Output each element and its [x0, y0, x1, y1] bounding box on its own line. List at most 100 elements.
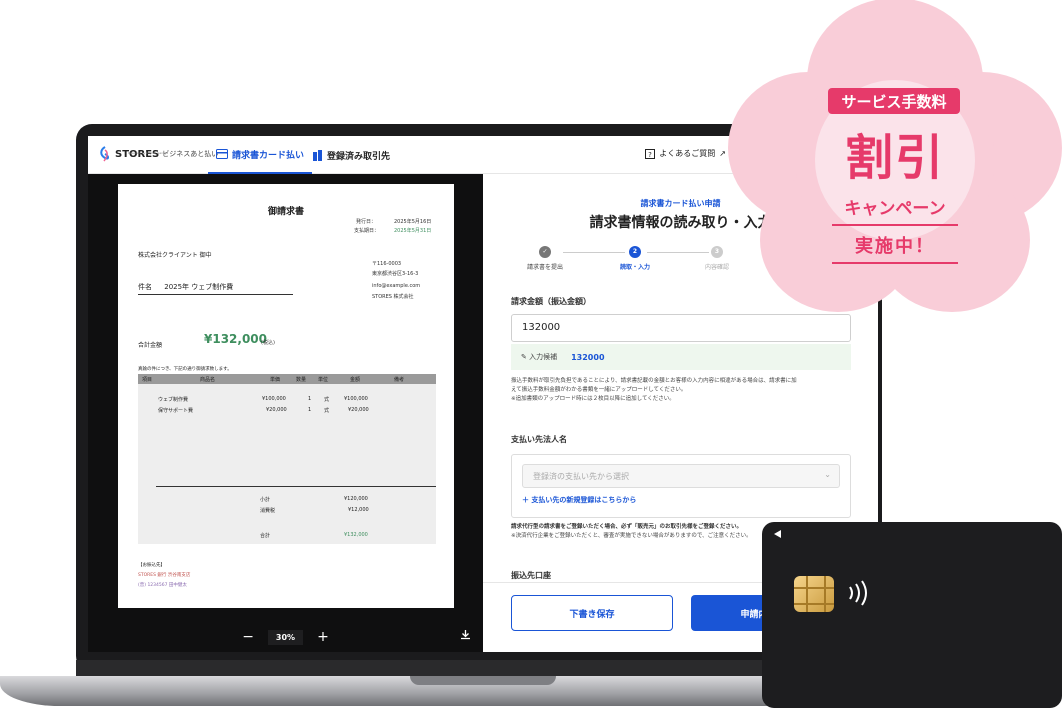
save-draft-button[interactable]: 下書き保存 — [511, 595, 673, 631]
subtotal-value: ¥120,000 — [344, 496, 368, 502]
download-icon[interactable] — [460, 629, 471, 643]
step-label: 読取・入力 — [619, 264, 650, 271]
bank-account-label: 振込先口座 — [511, 571, 551, 580]
contactless-icon — [846, 578, 872, 614]
row-name: 保守サポート費 — [158, 408, 194, 414]
faq-link[interactable]: ? よくあるご質問 ↗ — [645, 148, 726, 159]
col-qty: 数量 — [296, 377, 307, 383]
payee-group: 登録済の支払い先から選択 ⌄ ＋ 支払い先の新規登録はこちらから — [511, 454, 851, 518]
issue-date-label: 発行日： — [356, 219, 377, 225]
total-tax-note: (税込) — [261, 340, 275, 346]
sender-address: 東京都渋谷区3-16-3 — [372, 271, 419, 277]
row-unit: 式 — [324, 408, 330, 414]
campaign-divider — [832, 224, 958, 226]
due-date: 2025年5月31日 — [394, 228, 432, 234]
tax-value: ¥12,000 — [348, 507, 369, 513]
invoice-table-body: ウェブ制作費 ¥100,000 1 式 ¥100,000 保守サポート費 ¥20… — [138, 384, 436, 544]
invoice-subject: 件名 2025年 ウェブ制作費 — [138, 282, 293, 295]
campaign-pill: サービス手数料 — [828, 88, 960, 114]
total-amount: ¥132,000 — [204, 332, 268, 346]
amount-note-2: えて振込手数料金額がわかる書類を一緒にアップロードしてください。 — [511, 387, 687, 393]
sender-company: STORES 株式会社 — [372, 294, 414, 300]
payee-label: 支払い先法人名 — [511, 435, 567, 444]
total-label: 合計金額 — [138, 342, 163, 349]
campaign-subtitle: キャンペーン — [844, 199, 946, 219]
row-price: ¥100,000 — [262, 396, 286, 402]
row-qty: 1 — [308, 396, 312, 402]
question-icon: ? — [645, 148, 656, 159]
amount-note-3: ※追加書類のアップロード時には２枚目以降に追加してください。 — [511, 396, 675, 402]
stores-logo-icon — [100, 146, 109, 162]
col-item: 項目 — [142, 377, 153, 383]
logo-tagline: Powered by Digital Garage — [128, 151, 169, 155]
tab-invoice-card-payment[interactable]: 請求書カード払い — [208, 136, 313, 174]
external-link-icon: ↗ — [719, 149, 726, 158]
amount-label: 請求金額（振込金額） — [511, 297, 591, 306]
suggestion-value: 132000 — [571, 352, 605, 362]
amount-suggestion[interactable]: ✎ 入力候補 132000 — [511, 344, 851, 370]
row-name: ウェブ制作費 — [158, 397, 189, 403]
credit-card-icon — [216, 149, 228, 159]
zoom-controls: − 30% + — [88, 622, 483, 652]
card-chip-icon — [794, 576, 834, 612]
col-price: 単価 — [270, 377, 281, 383]
sum-label: 合計 — [260, 533, 271, 539]
chevron-down-icon: ⌄ — [824, 470, 831, 479]
campaign-status: 実施中！ — [855, 236, 935, 257]
zoom-level: 30% — [267, 629, 304, 645]
bank-title: 【お振込先】 — [138, 563, 165, 568]
invoice-document: 御請求書 発行日： 2025年5月16日 支払期日： 2025年5月31日 株式… — [118, 184, 454, 608]
row-price: ¥20,000 — [266, 407, 287, 413]
bank-account: (普) 1234567 田中健太 — [138, 583, 187, 588]
col-remarks: 備考 — [394, 377, 405, 383]
laptop-notch — [410, 676, 556, 685]
issue-date: 2025年5月16日 — [394, 219, 432, 225]
col-product: 商品名 — [200, 377, 216, 383]
step-read-input: 2 読取・入力 — [595, 246, 675, 271]
col-amount: 金額 — [350, 377, 361, 383]
bank-name: STORES 銀行 渋谷南支店 — [138, 573, 191, 578]
card-arrow-icon — [774, 530, 781, 538]
payee-placeholder: 登録済の支払い先から選択 — [533, 472, 629, 481]
subject-label: 件名 — [138, 283, 152, 291]
row-amount: ¥20,000 — [348, 407, 369, 413]
tab-registered-label: 登録済み取引先 — [327, 151, 391, 162]
tab-registered-payees[interactable]: 登録済み取引先 — [312, 136, 390, 174]
invoice-table-header: 項目 商品名 単価 数量 単位 金額 備考 — [138, 374, 436, 384]
sum-value: ¥132,000 — [344, 532, 368, 538]
building-icon — [313, 149, 322, 161]
suggestion-label: ✎ 入力候補 — [521, 352, 557, 362]
payee-select[interactable]: 登録済の支払い先から選択 ⌄ — [522, 464, 840, 488]
amount-note-1: 振込手数料が取引先負担であることにより、請求書記載の金額とお客様の入力内容に相違… — [511, 378, 797, 384]
step-label: 請求書を提出 — [526, 264, 563, 271]
subject-value: 2025年 ウェブ制作費 — [164, 283, 234, 291]
zoom-in-button[interactable]: + — [317, 629, 329, 645]
check-icon: ✓ — [539, 246, 551, 258]
invoice-title: 御請求書 — [267, 207, 304, 217]
invoice-viewer: 御請求書 発行日： 2025年5月16日 支払期日： 2025年5月31日 株式… — [88, 174, 483, 652]
tax-label: 消費税 — [260, 508, 276, 514]
step-number: 2 — [629, 246, 641, 258]
zoom-out-button[interactable]: − — [242, 629, 254, 645]
table-divider — [156, 486, 436, 487]
row-qty: 1 — [308, 407, 312, 413]
row-unit: 式 — [324, 397, 330, 403]
invoice-note: 真鍮の件につき、下記の通り御請求致します。 — [138, 367, 232, 372]
tab-invoice-label: 請求書カード払い — [232, 150, 305, 161]
campaign-divider — [832, 262, 958, 264]
suggestion-label-text: 入力候補 — [529, 353, 558, 361]
svg-text:?: ? — [648, 151, 652, 159]
due-date-label: 支払期日： — [354, 228, 380, 234]
subtotal-label: 小計 — [260, 497, 271, 503]
add-payee-link[interactable]: ＋ 支払い先の新規登録はこちらから — [522, 495, 636, 505]
promo-stage: STORES ビジネスあと払い Powered by Digital Garag… — [0, 0, 1062, 717]
step-number: 3 — [711, 246, 723, 258]
sender-email: info@example.com — [372, 283, 421, 289]
invoice-client: 株式会社クライアント 御中 — [138, 252, 212, 259]
step-submit: ✓ 請求書を提出 — [505, 246, 585, 271]
sender-postal: 〒116-0003 — [372, 261, 402, 267]
faq-label: よくあるご質問 — [659, 149, 716, 158]
credit-card-image — [762, 522, 1062, 708]
row-amount: ¥100,000 — [344, 396, 368, 402]
campaign-headline: 割引 — [844, 130, 945, 186]
